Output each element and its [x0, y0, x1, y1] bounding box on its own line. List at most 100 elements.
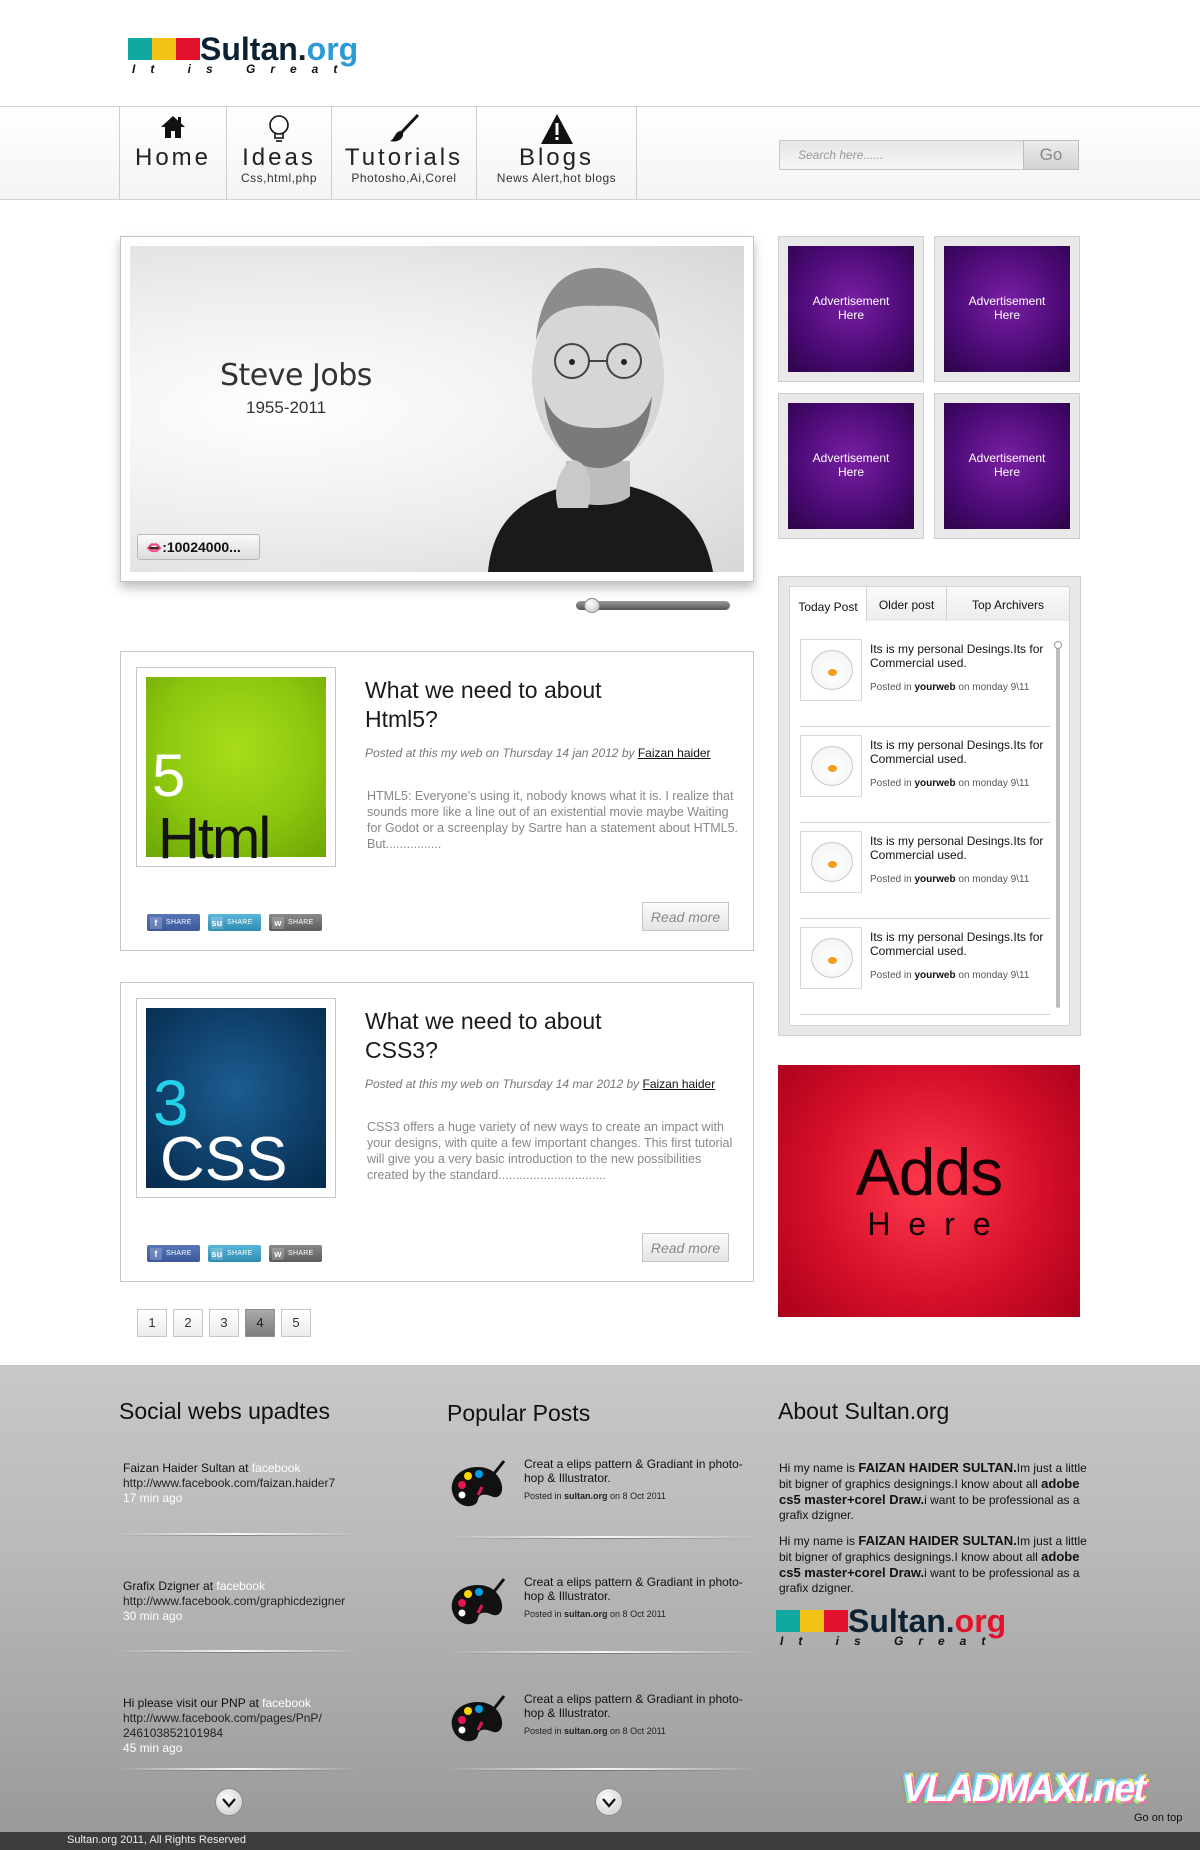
- post-thumbnail: [800, 735, 862, 797]
- facebook-share-button[interactable]: f SHARE: [147, 1245, 200, 1262]
- popular-more-button[interactable]: [595, 1788, 623, 1816]
- article-title[interactable]: What we need to about CSS3?: [365, 1007, 645, 1065]
- copyright-bar: Sultan.org 2011, All Rights Reserved: [0, 1832, 1200, 1850]
- posts-tab-widget: Today Post Older post Top Archivers Its …: [778, 576, 1081, 1036]
- ad-slot-4[interactable]: Advertisement Here: [934, 393, 1080, 539]
- ad-slot-1[interactable]: Advertisement Here: [778, 236, 924, 382]
- wordpress-share-button[interactable]: w SHARE: [269, 1245, 322, 1262]
- lightbulb-icon: [227, 107, 331, 145]
- facebook-share-button[interactable]: f SHARE: [147, 914, 200, 931]
- wordpress-icon: w: [272, 916, 284, 929]
- article-title[interactable]: What we need to about Html5?: [365, 676, 645, 734]
- about-paragraph: Hi my name is FAIZAN HAIDER SULTAN.Im ju…: [779, 1533, 1087, 1595]
- post-thumbnail: [800, 927, 862, 989]
- hero-slider-track[interactable]: [576, 598, 730, 613]
- list-item[interactable]: Its is my personal Desings.Its for Comme…: [800, 727, 1050, 823]
- about-paragraph: Hi my name is FAIZAN HAIDER SULTAN.Im ju…: [779, 1460, 1087, 1522]
- watermark-logo: VLADMAXI.net: [902, 1768, 1146, 1810]
- author-link[interactable]: Faizan haider: [638, 746, 711, 760]
- post-list-scrollbar[interactable]: [1054, 641, 1062, 1008]
- chevron-down-icon: [222, 1798, 236, 1808]
- nav-tutorials[interactable]: Tutorials Photosho,Ai,Corel: [331, 107, 476, 199]
- wordpress-icon: w: [272, 1247, 284, 1260]
- author-link[interactable]: Faizan haider: [642, 1077, 715, 1091]
- ad-slot-3[interactable]: Advertisement Here: [778, 393, 924, 539]
- article-image[interactable]: CSS 3: [136, 998, 336, 1198]
- read-more-button[interactable]: Read more: [642, 902, 729, 931]
- hero-photo: Steve Jobs 1955-2011 👄:10024000...: [130, 246, 744, 572]
- slider-knob[interactable]: [584, 598, 600, 613]
- go-on-top-link[interactable]: Go on top: [1134, 1812, 1182, 1824]
- logo-tagline: It is Great: [132, 62, 353, 76]
- hero-name: Steve Jobs: [220, 358, 372, 393]
- wordpress-share-button[interactable]: w SHARE: [269, 914, 322, 931]
- list-item[interactable]: Its is my personal Desings.Its for Comme…: [800, 823, 1050, 919]
- adds-here-banner[interactable]: Adds Here: [778, 1065, 1080, 1317]
- footer-logo[interactable]: Sultan.org It is Great: [776, 1604, 1006, 1652]
- search-go-button[interactable]: Go: [1023, 140, 1079, 170]
- hero-years: 1955-2011: [246, 398, 327, 417]
- tab-row: Today Post Older post Top Archivers: [790, 587, 1069, 621]
- paint-palette-icon: [451, 1460, 506, 1507]
- chevron-down-icon: [602, 1798, 616, 1808]
- facebook-link[interactable]: facebook: [252, 1461, 301, 1475]
- paint-palette-icon: [451, 1578, 506, 1625]
- article-image[interactable]: Html 5: [136, 667, 336, 871]
- warning-icon: [477, 107, 636, 145]
- logo-wordmark: Sultan.org: [200, 31, 359, 67]
- article-meta: Posted at this my web on Thursday 14 mar…: [365, 1077, 716, 1091]
- about-heading: About Sultan.org: [778, 1398, 950, 1424]
- social-updates-heading: Social webs upadtes: [119, 1398, 330, 1424]
- popular-posts-heading: Popular Posts: [447, 1400, 591, 1426]
- share-buttons: f SHARE su SHARE w SHARE: [147, 1245, 322, 1262]
- logo-color-bars: [128, 38, 200, 60]
- page-4-button[interactable]: 4: [245, 1309, 275, 1337]
- list-item[interactable]: Its is my personal Desings.Its for Comme…: [800, 631, 1050, 727]
- search-box: Go: [779, 140, 1079, 170]
- list-item[interactable]: Its is my personal Desings.Its for Comme…: [800, 919, 1050, 1015]
- page-2-button[interactable]: 2: [173, 1309, 203, 1337]
- popular-post[interactable]: Creat a elips pattern & Gradiant in phot…: [448, 1688, 753, 1778]
- nav-ideas[interactable]: Ideas Css,html,php: [226, 107, 331, 199]
- tab-top-archivers[interactable]: Top Archivers: [947, 587, 1069, 621]
- popular-post[interactable]: Creat a elips pattern & Gradiant in phot…: [448, 1571, 753, 1661]
- read-more-button[interactable]: Read more: [642, 1233, 729, 1262]
- facebook-icon: f: [150, 916, 162, 929]
- brush-icon: [332, 107, 476, 145]
- nav-blogs[interactable]: Blogs News Alert,hot blogs: [476, 107, 636, 199]
- tab-older-post[interactable]: Older post: [867, 587, 947, 621]
- nav-home[interactable]: Home: [119, 107, 226, 199]
- search-input[interactable]: [779, 140, 1024, 170]
- page-1-button[interactable]: 1: [137, 1309, 167, 1337]
- facebook-link[interactable]: facebook: [216, 1579, 265, 1593]
- page-3-button[interactable]: 3: [209, 1309, 239, 1337]
- post-thumbnail: [800, 639, 862, 701]
- ad-slot-2[interactable]: Advertisement Here: [934, 236, 1080, 382]
- social-more-button[interactable]: [215, 1788, 243, 1816]
- post-thumbnail: [800, 831, 862, 893]
- tab-today-post[interactable]: Today Post: [790, 587, 867, 621]
- portrait-illustration: [488, 268, 713, 572]
- paint-palette-icon: [451, 1695, 506, 1742]
- pagination: 1 2 3 4 5: [137, 1309, 311, 1337]
- article-card: CSS 3 What we need to about CSS3? Posted a…: [120, 982, 754, 1282]
- stumbleupon-icon: su: [211, 916, 223, 929]
- article-meta: Posted at this my web on Thursday 14 jan…: [365, 746, 711, 760]
- facebook-icon: f: [150, 1247, 162, 1260]
- copyright-text: Sultan.org 2011, All Rights Reserved: [67, 1834, 246, 1846]
- facebook-link[interactable]: facebook: [262, 1696, 311, 1710]
- site-logo[interactable]: Sultan.org It is Great: [128, 31, 359, 80]
- social-update: Faizan Haider Sultan at facebook http://…: [123, 1461, 336, 1505]
- social-update: Hi please visit our PNP at facebook http…: [123, 1696, 322, 1755]
- popular-post[interactable]: Creat a elips pattern & Gradiant in phot…: [448, 1453, 753, 1543]
- share-buttons: f SHARE su SHARE w SHARE: [147, 914, 322, 931]
- lips-icon: 👄: [146, 540, 163, 555]
- home-icon: [120, 107, 226, 145]
- page-5-button[interactable]: 5: [281, 1309, 311, 1337]
- post-list: Its is my personal Desings.Its for Comme…: [800, 631, 1050, 1015]
- stumbleupon-share-button[interactable]: su SHARE: [208, 1245, 261, 1262]
- article-excerpt: HTML5: Everyone's using it, nobody knows…: [367, 789, 739, 851]
- stumbleupon-share-button[interactable]: su SHARE: [208, 914, 261, 931]
- article-excerpt: CSS3 offers a huge variety of new ways t…: [367, 1120, 733, 1182]
- stumbleupon-icon: su: [211, 1247, 223, 1260]
